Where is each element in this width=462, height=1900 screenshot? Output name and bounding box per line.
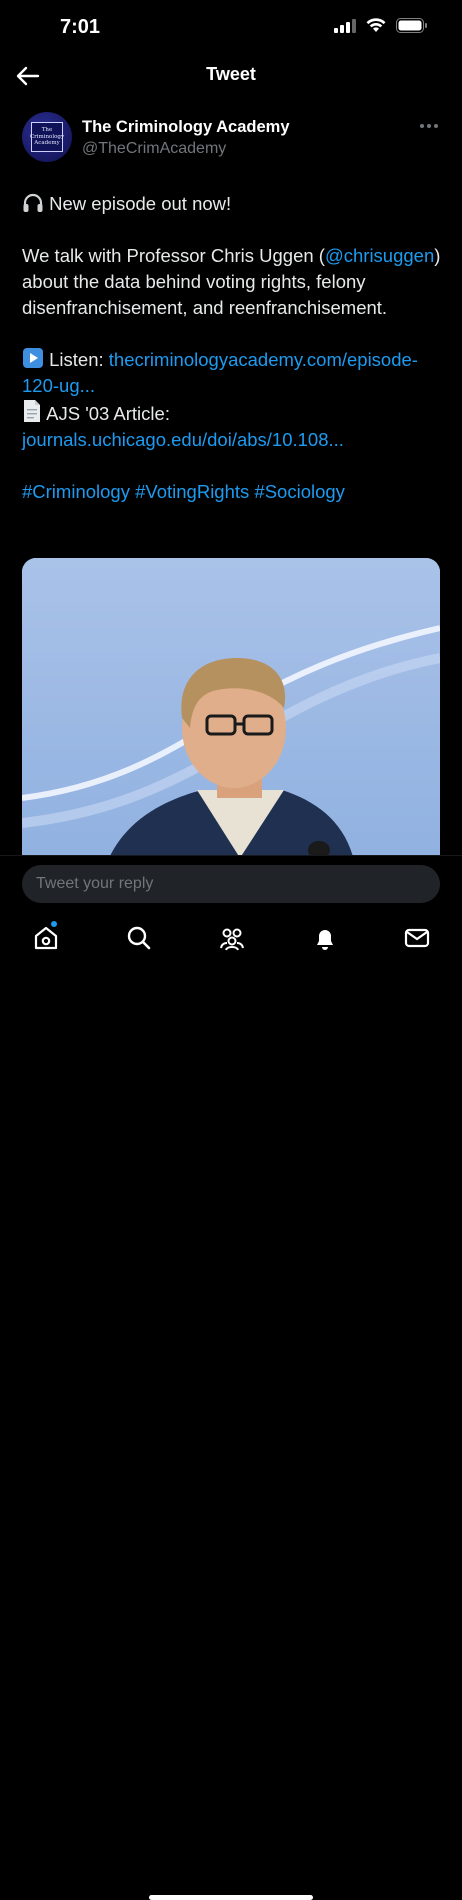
home-unread-dot [51, 921, 57, 927]
avatar[interactable]: The Criminology Academy [22, 112, 72, 162]
article-link[interactable]: journals.uchicago.edu/doi/abs/10.108... [22, 429, 344, 450]
status-bar: 7:01 [0, 0, 462, 54]
status-time: 7:01 [60, 16, 101, 38]
author-handle[interactable]: @TheCrimAcademy [82, 140, 226, 158]
avatar-logo-line: Academy [34, 140, 60, 147]
nav-header: Tweet [0, 54, 462, 98]
article-label: AJS '03 Article: [46, 403, 170, 424]
speaker-photo [22, 558, 440, 855]
reply-input[interactable] [22, 865, 440, 903]
page-title: Tweet [206, 64, 256, 84]
search-icon[interactable] [125, 924, 153, 952]
home-indicator [149, 1895, 313, 1900]
cellular-signal-icon [334, 18, 356, 33]
communities-icon[interactable] [218, 924, 246, 952]
headphones-icon [23, 193, 43, 212]
mention-link[interactable]: @chrisuggen [325, 245, 434, 266]
home-icon[interactable] [32, 924, 60, 952]
document-icon [24, 400, 40, 422]
avatar-logo: The Criminology Academy [30, 122, 64, 152]
reply-bar [0, 855, 462, 911]
notifications-icon[interactable] [311, 924, 339, 952]
messages-icon[interactable] [403, 924, 431, 952]
listen-label: Listen: [49, 349, 104, 370]
battery-icon [396, 18, 427, 33]
play-button-icon [23, 348, 43, 368]
tweet-media-image[interactable] [22, 558, 440, 855]
tweet-text: New episode out now! We talk with Profes… [22, 191, 442, 505]
wifi-icon [366, 18, 386, 32]
hashtag-link[interactable]: #Criminology [22, 481, 130, 502]
tweet-text-part: We talk with Professor Chris Uggen ( [22, 245, 325, 266]
more-options-icon[interactable] [420, 124, 438, 128]
tweet-line-announcement: New episode out now! [49, 193, 232, 214]
bottom-tab-bar [0, 910, 462, 1900]
hashtag-link[interactable]: #VotingRights [135, 481, 249, 502]
tweet-detail: The Criminology Academy The Criminology … [0, 98, 462, 855]
author-display-name[interactable]: The Criminology Academy [82, 118, 290, 137]
hashtag-link[interactable]: #Sociology [254, 481, 345, 502]
status-icons [334, 18, 428, 33]
